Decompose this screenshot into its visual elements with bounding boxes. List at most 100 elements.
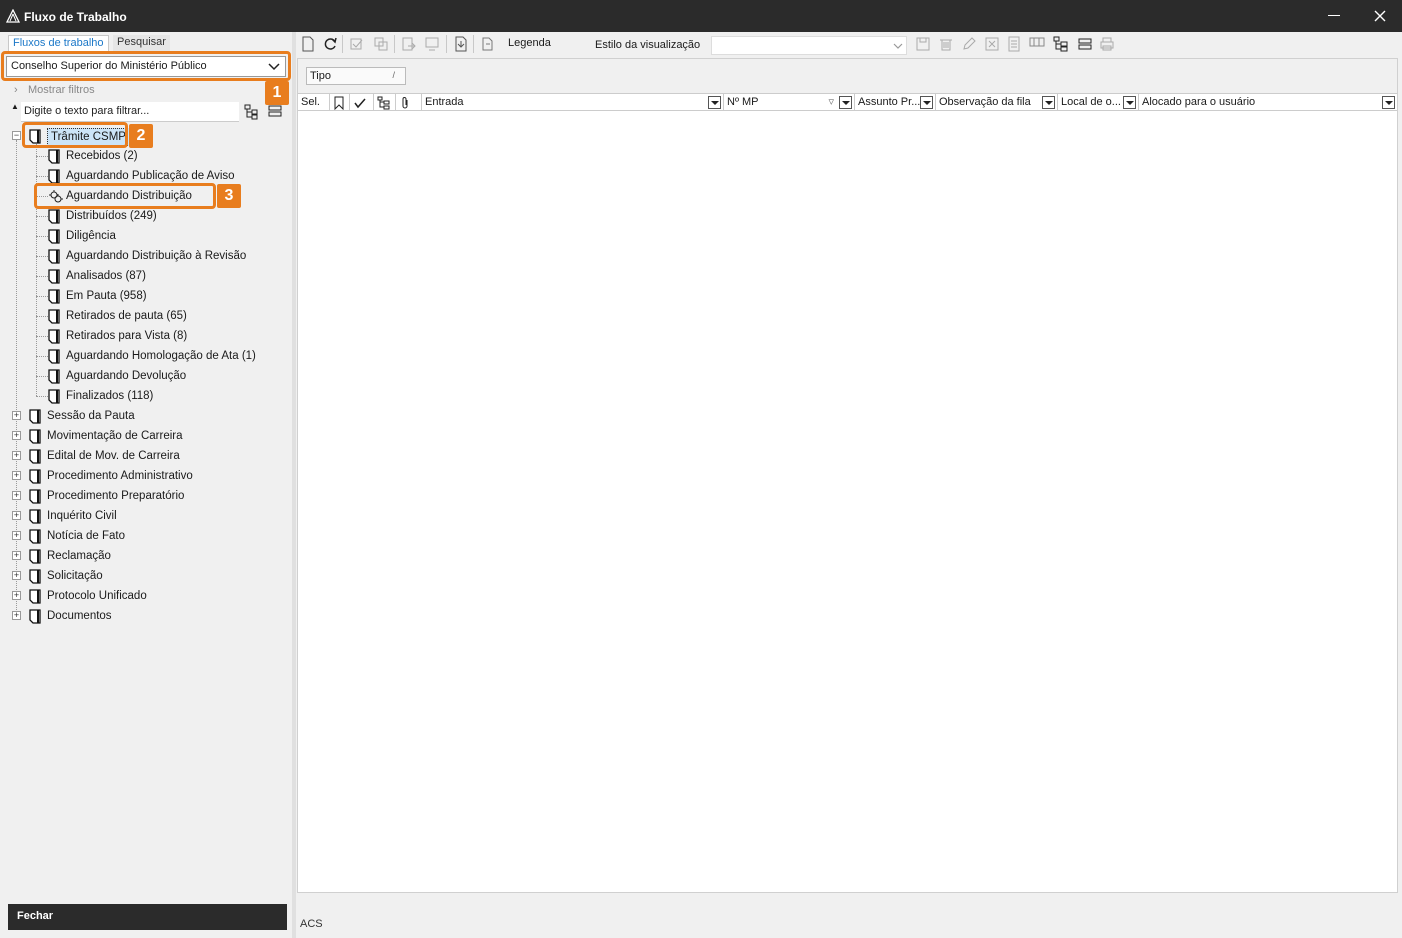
tree-item-label: Documentos <box>47 610 112 622</box>
col-tree[interactable] <box>374 94 396 111</box>
tree-item-root[interactable]: + Documentos <box>0 606 292 626</box>
select-all-icon[interactable] <box>349 36 365 52</box>
document-icon <box>48 229 60 244</box>
expand-node-icon[interactable]: + <box>12 411 21 420</box>
toolbar-separator <box>342 35 343 53</box>
tree-item-root[interactable]: + Solicitação <box>0 566 292 586</box>
minimize-icon[interactable] <box>1328 15 1340 16</box>
col-attachment[interactable] <box>396 94 422 111</box>
tree-item-child[interactable]: Aguardando Devolução <box>0 366 292 386</box>
tree-item-child[interactable]: Retirados de pauta (65) <box>0 306 292 326</box>
expand-node-icon[interactable]: + <box>12 471 21 480</box>
expand-node-icon[interactable]: + <box>12 431 21 440</box>
columns-icon[interactable] <box>1029 36 1045 52</box>
expand-node-icon[interactable]: + <box>12 511 21 520</box>
col-entrada[interactable]: Entrada <box>422 94 724 111</box>
tree-item-root[interactable]: + Reclamação <box>0 546 292 566</box>
tree-item-child[interactable]: Finalizados (118) <box>0 386 292 406</box>
refresh-icon[interactable] <box>322 36 338 52</box>
forward-icon[interactable] <box>401 36 417 52</box>
filter-dropdown-icon[interactable] <box>920 96 933 109</box>
collapse-up-icon[interactable]: ▲ <box>11 102 19 111</box>
expand-node-icon[interactable]: + <box>12 611 21 620</box>
expand-node-icon[interactable]: + <box>12 591 21 600</box>
list-view-icon[interactable] <box>1077 36 1093 52</box>
col-check[interactable] <box>350 94 374 111</box>
tree-item-root[interactable]: + Inquérito Civil <box>0 506 292 526</box>
tree-item-child[interactable]: Retirados para Vista (8) <box>0 326 292 346</box>
callout-badge-3: 3 <box>217 184 241 208</box>
callout-highlight-2 <box>22 122 128 148</box>
col-alocado[interactable]: Alocado para o usuário <box>1139 94 1397 111</box>
document-icon <box>48 209 60 224</box>
export-icon[interactable] <box>453 36 469 52</box>
excel-icon[interactable] <box>984 36 1000 52</box>
return-icon[interactable] <box>424 36 440 52</box>
tree-item-root[interactable]: + Notícia de Fato <box>0 526 292 546</box>
col-numero-mp[interactable]: Nº MP ▿ <box>724 94 855 111</box>
new-document-icon[interactable] <box>300 36 316 52</box>
expand-tree-icon[interactable] <box>244 104 260 120</box>
tree-item-label: Movimentação de Carreira <box>47 430 183 442</box>
filter-dropdown-icon[interactable] <box>839 96 852 109</box>
collapse-node-icon[interactable]: − <box>12 131 21 140</box>
col-sel[interactable]: Sel. <box>298 94 330 111</box>
tree-item-child[interactable]: Diligência <box>0 226 292 246</box>
expand-node-icon[interactable]: + <box>12 531 21 540</box>
tree-item-label: Sessão da Pauta <box>47 410 135 422</box>
tree-item-root[interactable]: + Movimentação de Carreira <box>0 426 292 446</box>
col-observacao[interactable]: Observação da fila <box>936 94 1058 111</box>
filter-input[interactable]: Digite o texto para filtrar... <box>21 102 239 122</box>
column-headers: Sel. Entrada Nº MP ▿ Assunto Pr... Observ… <box>298 93 1397 111</box>
tree-item-child[interactable]: Em Pauta (958) <box>0 286 292 306</box>
report-icon[interactable] <box>1006 36 1022 52</box>
tab-search[interactable]: Pesquisar <box>113 35 170 51</box>
delete-icon[interactable] <box>938 36 954 52</box>
document-icon <box>29 569 41 584</box>
tree-item-child[interactable]: Recebidos (2) <box>0 146 292 166</box>
tree-item-root[interactable]: + Procedimento Administrativo <box>0 466 292 486</box>
document-icon <box>29 549 41 564</box>
tree-item-root[interactable]: + Sessão da Pauta <box>0 406 292 426</box>
print-icon[interactable] <box>1099 36 1115 52</box>
title-bar: Fluxo de Trabalho <box>0 0 1402 32</box>
legend-label[interactable]: Legenda <box>508 37 551 49</box>
col-assunto[interactable]: Assunto Pr... <box>855 94 936 111</box>
filter-dropdown-icon[interactable] <box>1123 96 1136 109</box>
collapse-tree-icon[interactable] <box>268 104 282 118</box>
check-icon <box>354 98 366 109</box>
copy-icon[interactable] <box>373 36 389 52</box>
group-by-tipo[interactable]: Tipo / <box>306 67 406 85</box>
tree-item-label: Procedimento Administrativo <box>47 470 193 482</box>
tree-item-child[interactable]: Analisados (87) <box>0 266 292 286</box>
legend-icon[interactable] <box>480 36 496 52</box>
filter-dropdown-icon[interactable] <box>708 96 721 109</box>
expand-node-icon[interactable]: + <box>12 551 21 560</box>
expand-node-icon[interactable]: + <box>12 571 21 580</box>
document-icon <box>48 389 60 404</box>
tree-item-child[interactable]: Aguardando Distribuição à Revisão <box>0 246 292 266</box>
tree-item-label: Distribuídos (249) <box>66 210 157 222</box>
tree-item-root[interactable]: + Procedimento Preparatório <box>0 486 292 506</box>
tree-item-root[interactable]: + Edital de Mov. de Carreira <box>0 446 292 466</box>
filter-dropdown-icon[interactable] <box>1042 96 1055 109</box>
panel-splitter[interactable] <box>292 32 296 938</box>
edit-icon[interactable] <box>961 36 977 52</box>
show-filters-link[interactable]: › Mostrar filtros <box>14 84 95 96</box>
tree-item-child[interactable]: Aguardando Homologação de Ata (1) <box>0 346 292 366</box>
tab-workflows[interactable]: Fluxos de trabalho <box>8 35 109 51</box>
tree-item-root[interactable]: + Protocolo Unificado <box>0 586 292 606</box>
col-alocado-label: Alocado para o usuário <box>1142 96 1256 108</box>
tree-item-child[interactable]: Distribuídos (249) <box>0 206 292 226</box>
view-style-select[interactable] <box>711 36 907 55</box>
close-button[interactable]: Fechar <box>8 904 287 930</box>
expand-node-icon[interactable]: + <box>12 491 21 500</box>
filter-dropdown-icon[interactable] <box>1382 96 1395 109</box>
close-icon[interactable] <box>1370 6 1390 26</box>
col-bookmark[interactable] <box>330 94 350 111</box>
expand-node-icon[interactable]: + <box>12 451 21 460</box>
tree-view-icon[interactable] <box>1053 36 1069 52</box>
tree-item-label: Aguardando Devolução <box>66 370 187 382</box>
col-local[interactable]: Local de o... <box>1058 94 1139 111</box>
save-icon[interactable] <box>915 36 931 52</box>
